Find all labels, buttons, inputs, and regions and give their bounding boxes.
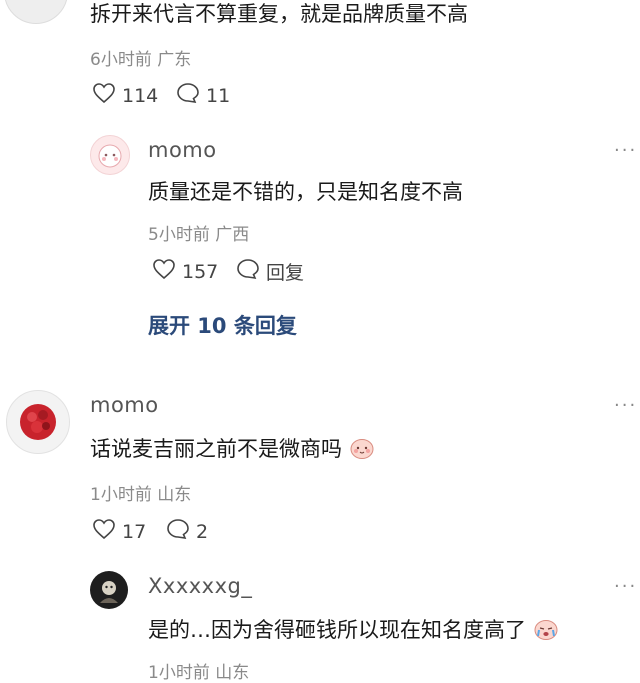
like-count: 157	[182, 260, 219, 283]
like-button[interactable]: 114	[92, 82, 158, 109]
comment-meta: 6小时前 广东	[90, 50, 192, 70]
like-count: 114	[122, 84, 159, 107]
avatar[interactable]	[90, 135, 130, 175]
like-count: 17	[122, 520, 147, 543]
comment-text: 拆开来代言不算重复，就是品牌质量不高	[90, 2, 468, 26]
comment-meta: 1小时前 山东	[90, 485, 192, 505]
blushing-face-icon	[349, 436, 375, 465]
reply-text: 质量还是不错的，只是知名度不高	[148, 180, 463, 204]
reply-count: 11	[206, 84, 231, 107]
like-button[interactable]: 157	[152, 258, 218, 285]
comment-bubble-icon	[236, 258, 260, 285]
comment-bubble-icon	[176, 82, 200, 109]
crying-face-icon	[533, 617, 559, 646]
reply-text: 是的…因为舍得砸钱所以现在知名度高了	[148, 614, 559, 646]
username[interactable]: Xxxxxxg_	[148, 574, 252, 598]
reply-button[interactable]: 11	[176, 82, 230, 109]
reply-meta: 1小时前 山东	[148, 663, 250, 683]
like-button[interactable]: 17	[92, 518, 146, 545]
more-options-icon[interactable]: ···	[614, 576, 637, 597]
username[interactable]: momo	[90, 393, 159, 417]
reply-button[interactable]: 2	[166, 518, 208, 545]
expand-replies-button[interactable]: 展开 10 条回复	[148, 310, 297, 340]
reply-button[interactable]: 回复	[236, 258, 304, 285]
reply-text-content: 是的…因为舍得砸钱所以现在知名度高了	[148, 618, 526, 642]
more-options-icon[interactable]: ···	[614, 140, 637, 161]
reply-label: 回复	[266, 262, 305, 284]
comment-bubble-icon	[166, 518, 190, 545]
reply-count: 2	[196, 520, 209, 543]
avatar[interactable]	[6, 390, 70, 454]
comment-text-content: 话说麦吉丽之前不是微商吗	[90, 437, 342, 461]
avatar[interactable]	[4, 0, 68, 24]
avatar[interactable]	[90, 571, 128, 609]
username[interactable]: momo	[148, 138, 217, 162]
heart-icon	[92, 518, 116, 545]
comment-text: 话说麦吉丽之前不是微商吗	[90, 433, 375, 465]
heart-icon	[152, 258, 176, 285]
more-options-icon[interactable]: ···	[614, 395, 637, 416]
reply-meta: 5小时前 广西	[148, 225, 250, 245]
heart-icon	[92, 82, 116, 109]
